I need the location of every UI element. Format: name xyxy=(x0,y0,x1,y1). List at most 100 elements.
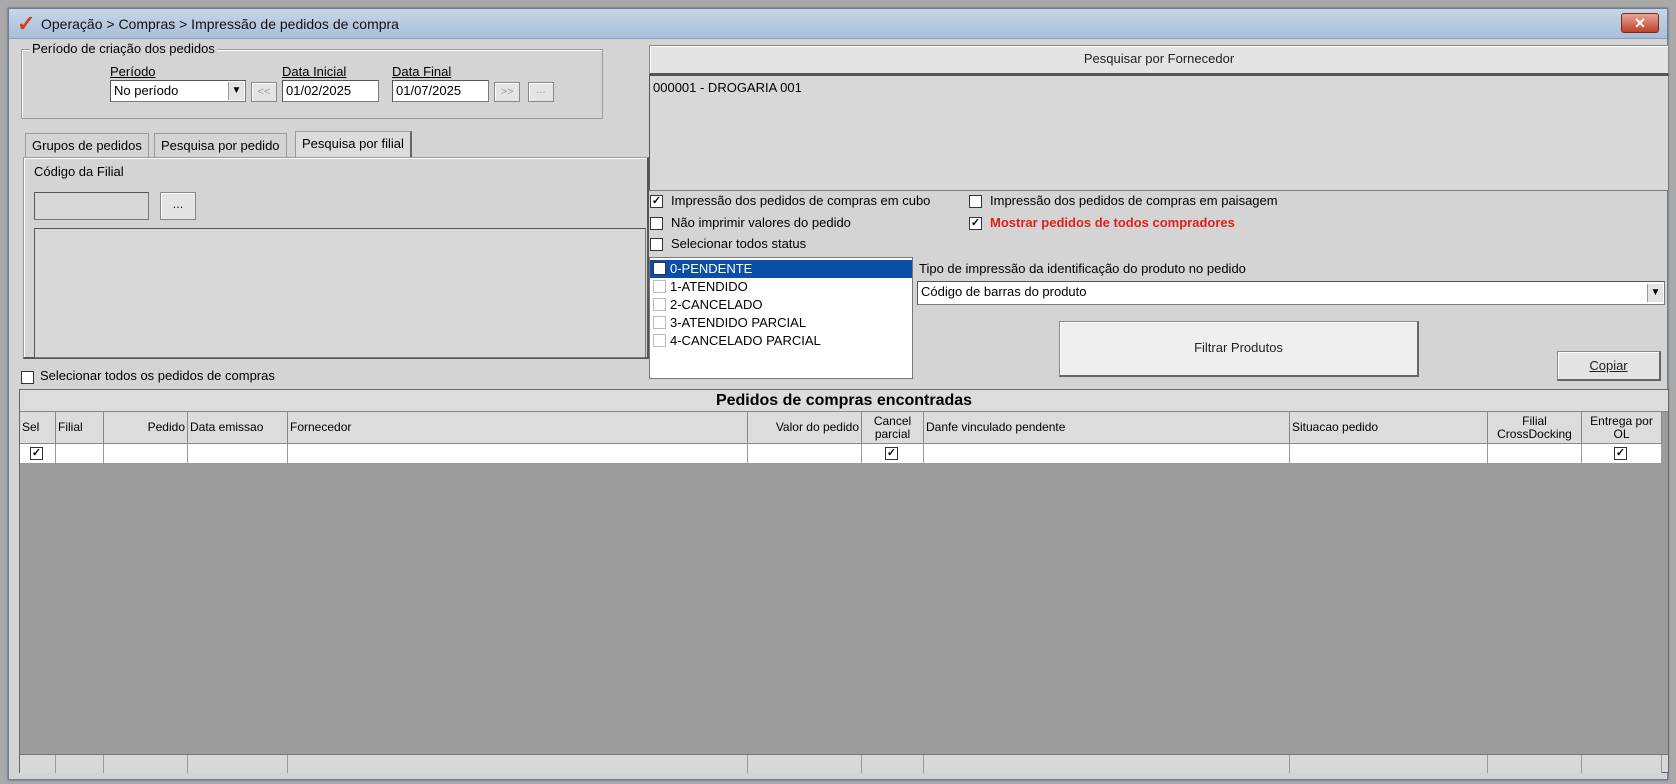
status-item-cancelado[interactable]: 2-CANCELADO xyxy=(650,296,912,314)
data-inicial-input[interactable]: 01/02/2025 xyxy=(282,80,379,102)
status-item-atendido-parcial[interactable]: 3-ATENDIDO PARCIAL xyxy=(650,314,912,332)
paisagem-label: Impressão dos pedidos de compras em pais… xyxy=(990,193,1278,208)
next-period-button[interactable]: >> xyxy=(494,82,520,102)
status-item-cancelado-parcial-checkbox[interactable] xyxy=(653,334,666,347)
todos-status-label: Selecionar todos status xyxy=(671,236,807,251)
status-item-atendido-parcial-checkbox[interactable] xyxy=(653,316,666,329)
col-header-valor-pedido[interactable]: Valor do pedido xyxy=(748,412,862,444)
tipo-impressao-value: Código de barras do produto xyxy=(921,284,1087,299)
data-inicial-label: Data Inicial xyxy=(282,64,347,79)
status-item-cancelado-checkbox[interactable] xyxy=(653,298,666,311)
todos-compradores-checkbox[interactable]: ✓ xyxy=(969,217,982,230)
table-row-cell-situacao[interactable] xyxy=(1290,444,1488,464)
filial-list[interactable] xyxy=(34,228,646,358)
col-header-fornecedor[interactable]: Fornecedor xyxy=(288,412,748,444)
data-final-label: Data Final xyxy=(392,64,452,79)
col-header-filial-crossdocking[interactable]: Filial CrossDocking xyxy=(1488,412,1582,444)
table-row-cell-filial[interactable] xyxy=(56,444,104,464)
status-item-cancelado-parcial-label: 4-CANCELADO PARCIAL xyxy=(670,333,821,348)
table-row-cell-data[interactable] xyxy=(188,444,288,464)
nao-imprimir-checkbox[interactable] xyxy=(650,217,663,230)
grid-footer-cell xyxy=(1488,755,1582,773)
table-row-cell-valor[interactable] xyxy=(748,444,862,464)
col-header-pedido[interactable]: Pedido xyxy=(104,412,188,444)
fornecedor-list[interactable]: 000001 - DROGARIA 001 xyxy=(649,75,1669,191)
status-item-atendido-checkbox[interactable] xyxy=(653,280,666,293)
periodo-label: Período xyxy=(110,64,156,79)
todos-status-checkbox[interactable] xyxy=(650,238,663,251)
close-button[interactable]: ✕ xyxy=(1621,13,1659,33)
select-all-orders-checkbox[interactable] xyxy=(21,371,34,384)
todos-compradores-label: Mostrar pedidos de todos compradores xyxy=(990,215,1235,230)
cubo-label: Impressão dos pedidos de compras em cubo xyxy=(671,193,931,208)
nao-imprimir-label: Não imprimir valores do pedido xyxy=(671,215,851,230)
periodo-group-legend: Período de criação dos pedidos xyxy=(30,41,217,56)
status-item-cancelado-label: 2-CANCELADO xyxy=(670,297,763,312)
col-header-data-emissao[interactable]: Data emissao xyxy=(188,412,288,444)
col-header-filial[interactable]: Filial xyxy=(56,412,104,444)
select-all-orders-label: Selecionar todos os pedidos de compras xyxy=(40,368,275,383)
col-header-danfe-vinculado[interactable]: Danfe vinculado pendente xyxy=(924,412,1290,444)
table-row-cell-pedido[interactable] xyxy=(104,444,188,464)
col-header-cancel-parcial[interactable]: Cancel parcial xyxy=(862,412,924,444)
status-item-cancelado-parcial[interactable]: 4-CANCELADO PARCIAL xyxy=(650,332,912,350)
table-row-cell-danfe[interactable] xyxy=(924,444,1290,464)
row-entrega-ol-checkbox[interactable]: ✓ xyxy=(1614,447,1627,460)
status-item-atendido[interactable]: 1-ATENDIDO xyxy=(650,278,912,296)
window-title: Operação > Compras > Impressão de pedido… xyxy=(41,16,399,32)
status-item-pendente[interactable]: ✓ 0-PENDENTE xyxy=(650,260,912,278)
title-bar[interactable]: ✓ Operação > Compras > Impressão de pedi… xyxy=(9,9,1667,39)
grid-footer xyxy=(20,754,1668,773)
main-window: ✓ Operação > Compras > Impressão de pedi… xyxy=(8,8,1669,780)
row-sel-checkbox[interactable]: ✓ xyxy=(30,447,43,460)
tipo-impressao-chevron-down-icon[interactable]: ▼ xyxy=(1647,284,1663,302)
table-row-cell-entrega-ol[interactable]: ✓ xyxy=(1582,444,1662,464)
periodo-select[interactable]: No período ▼ xyxy=(110,80,246,102)
col-header-situacao-pedido[interactable]: Situacao pedido xyxy=(1290,412,1488,444)
status-list[interactable]: ✓ 0-PENDENTE 1-ATENDIDO 2-CANCELADO 3-AT… xyxy=(649,257,913,379)
grid-footer-cell xyxy=(104,755,188,773)
periodo-select-value: No período xyxy=(114,83,179,98)
fornecedor-list-item[interactable]: 000001 - DROGARIA 001 xyxy=(653,78,1665,95)
table-row-cell-fornecedor[interactable] xyxy=(288,444,748,464)
tipo-impressao-select[interactable]: Código de barras do produto ▼ xyxy=(917,281,1665,305)
col-header-sel[interactable]: Sel xyxy=(20,412,56,444)
table-row-cell-sel[interactable]: ✓ xyxy=(20,444,56,464)
filtrar-produtos-button[interactable]: Filtrar Produtos xyxy=(1059,321,1419,377)
data-final-input[interactable]: 01/07/2025 xyxy=(392,80,489,102)
table-row-cell-cancel-parcial[interactable]: ✓ xyxy=(862,444,924,464)
tab-pesquisa-pedido[interactable]: Pesquisa por pedido xyxy=(154,133,287,157)
row-cancel-parcial-checkbox[interactable]: ✓ xyxy=(885,447,898,460)
prev-period-button[interactable]: << xyxy=(251,82,277,102)
codigo-filial-label: Código da Filial xyxy=(34,164,124,179)
cubo-checkbox[interactable]: ✓ xyxy=(650,195,663,208)
col-header-entrega-ol[interactable]: Entrega por OL xyxy=(1582,412,1662,444)
tab-grupos-pedidos[interactable]: Grupos de pedidos xyxy=(25,133,149,157)
status-item-pendente-label: 0-PENDENTE xyxy=(670,261,753,276)
grid-footer-cell xyxy=(56,755,104,773)
grid-footer-cell xyxy=(1290,755,1488,773)
filial-tab-panel: Código da Filial ... xyxy=(23,157,649,359)
grid-footer-cell xyxy=(748,755,862,773)
status-item-atendido-label: 1-ATENDIDO xyxy=(670,279,748,294)
status-item-atendido-parcial-label: 3-ATENDIDO PARCIAL xyxy=(670,315,807,330)
tab-pesquisa-filial[interactable]: Pesquisa por filial xyxy=(295,131,412,157)
paisagem-checkbox[interactable] xyxy=(969,195,982,208)
grid-footer-cell xyxy=(862,755,924,773)
chevron-down-icon[interactable]: ▼ xyxy=(228,82,244,100)
codigo-filial-browse-button[interactable]: ... xyxy=(160,192,196,220)
grid-footer-cell xyxy=(20,755,56,773)
codigo-filial-input[interactable] xyxy=(34,192,149,220)
grid-title: Pedidos de compras encontradas xyxy=(20,390,1668,412)
periodo-group: Período de criação dos pedidos Período N… xyxy=(21,41,603,119)
orders-grid[interactable]: Pedidos de compras encontradas Sel Filia… xyxy=(19,389,1669,773)
table-row-cell-crossdocking[interactable] xyxy=(1488,444,1582,464)
app-logo-icon: ✓ xyxy=(17,11,36,36)
grid-footer-cell xyxy=(288,755,748,773)
status-item-pendente-checkbox[interactable]: ✓ xyxy=(653,262,666,275)
copiar-button[interactable]: Copiar xyxy=(1557,351,1661,381)
pesquisar-fornecedor-button[interactable]: Pesquisar por Fornecedor xyxy=(649,45,1669,75)
tipo-impressao-label: Tipo de impressão da identificação do pr… xyxy=(919,261,1246,276)
more-period-button[interactable]: ... xyxy=(528,82,554,102)
grid-footer-cell xyxy=(924,755,1290,773)
